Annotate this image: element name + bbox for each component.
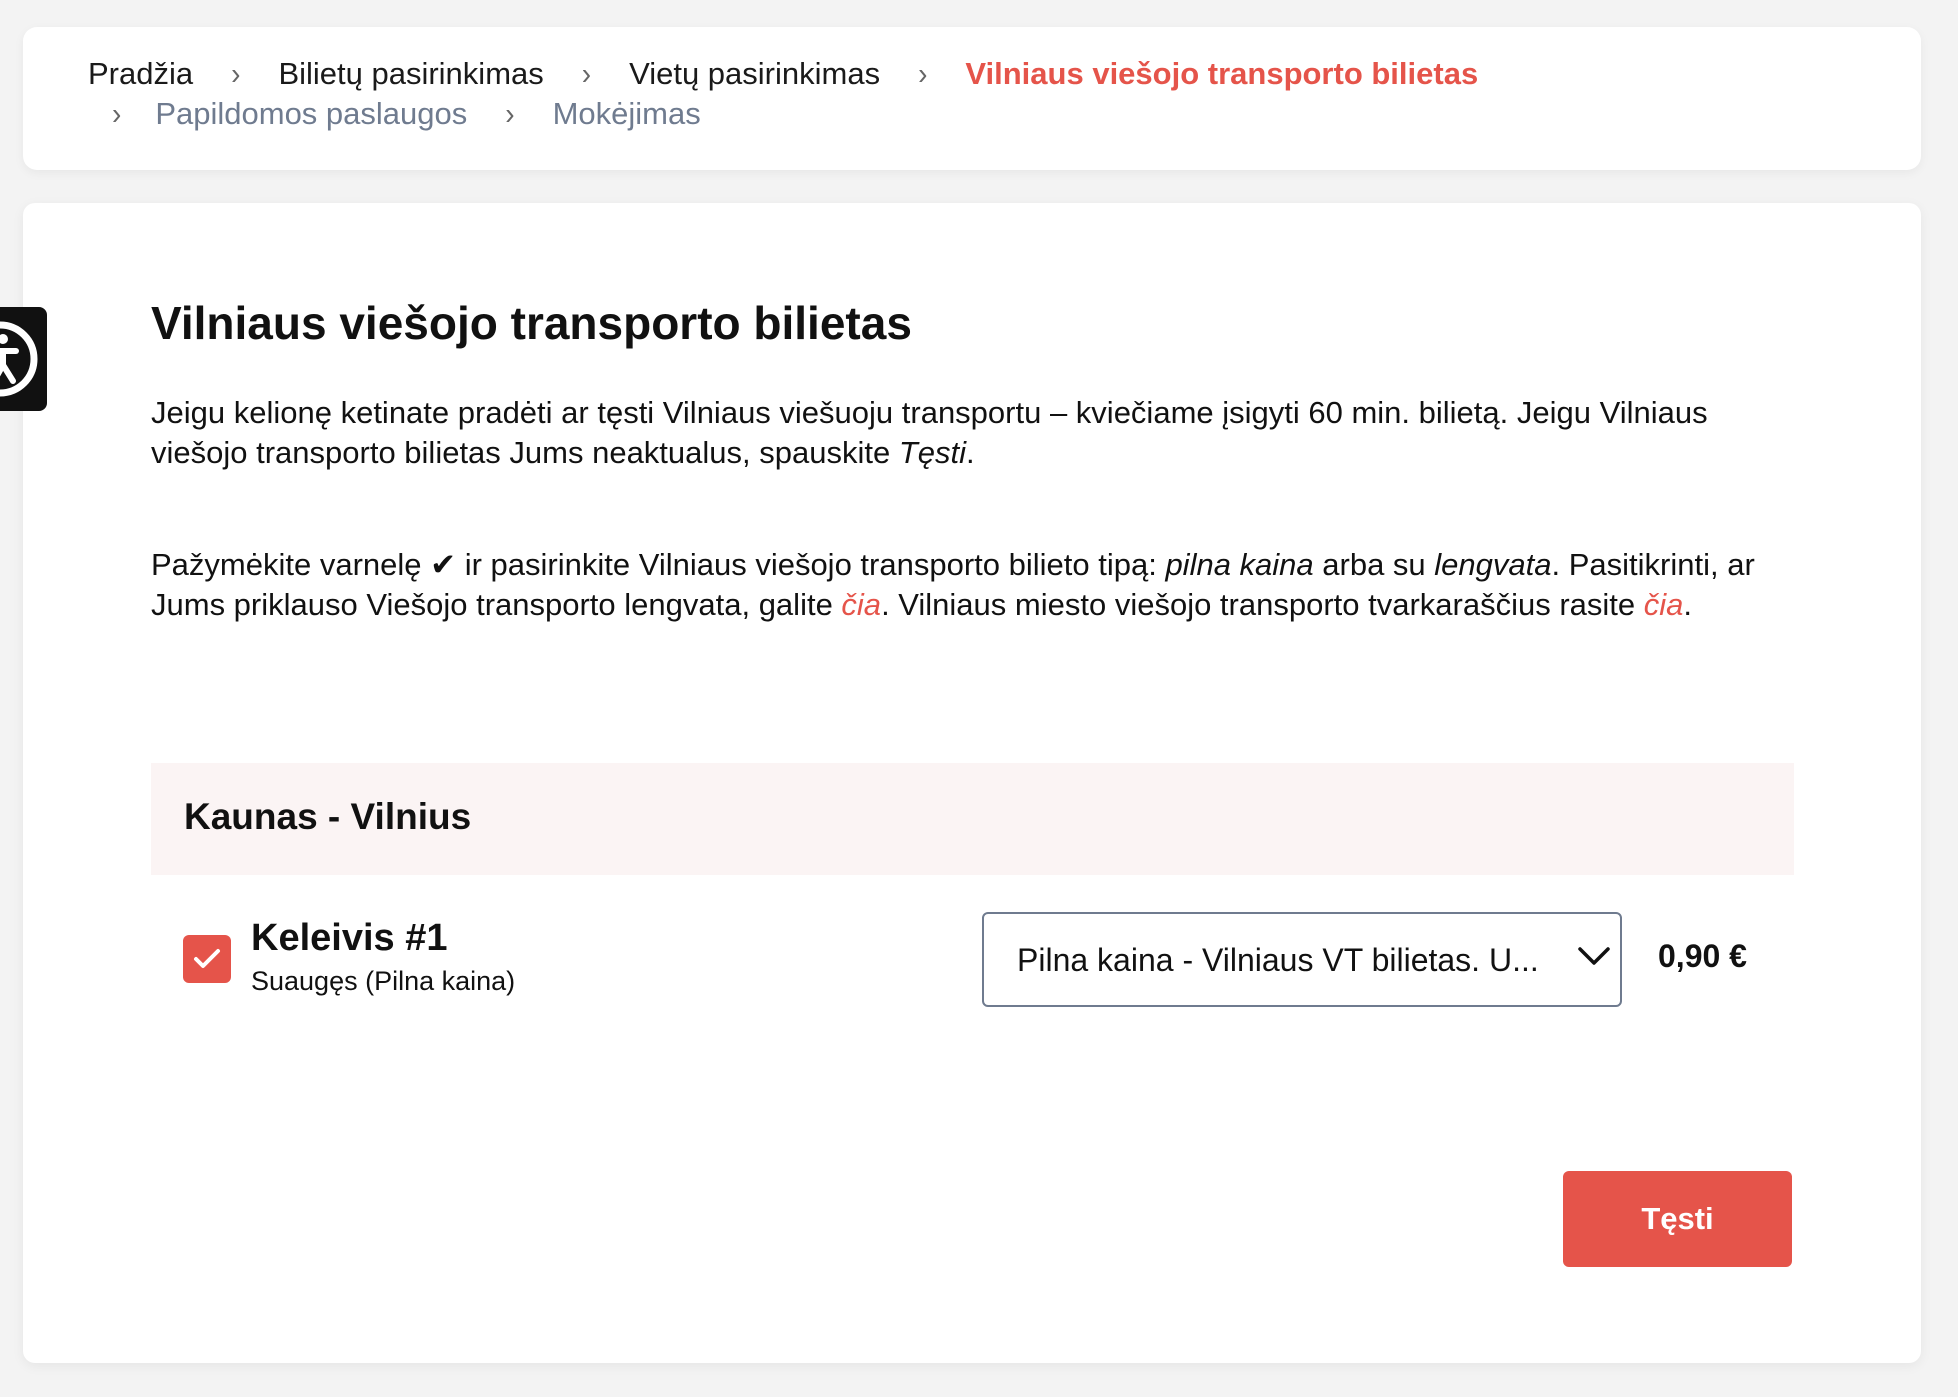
- breadcrumb-item-ticket-selection[interactable]: Bilietų pasirinkimas: [278, 56, 543, 92]
- discount-info-link[interactable]: čia: [841, 587, 881, 622]
- timetable-link[interactable]: čia: [1644, 587, 1684, 622]
- passenger-type: Suaugęs (Pilna kaina): [251, 966, 516, 996]
- page-title: Vilniaus viešojo transporto bilietas: [151, 297, 912, 349]
- passenger-checkbox[interactable]: [183, 935, 231, 983]
- chevron-down-icon: [1578, 947, 1610, 965]
- continue-button[interactable]: Tęsti: [1563, 1171, 1792, 1267]
- ticket-type-value: Pilna kaina - Vilniaus VT bilietas. U...: [1017, 942, 1539, 978]
- instructions-text: Pažymėkite varnelę ✔ ir pasirinkite Viln…: [151, 547, 1755, 622]
- ticket-type-select[interactable]: Pilna kaina - Vilniaus VT bilietas. U...: [982, 912, 1622, 1007]
- breadcrumb-item-home[interactable]: Pradžia: [88, 56, 193, 92]
- breadcrumb-row-2: › Papildomos paslaugos › Mokėjimas: [112, 94, 1921, 134]
- chevron-right-icon: ›: [918, 56, 928, 91]
- route-header: Kaunas - Vilnius: [151, 763, 1794, 875]
- passenger-name: Keleivis #1: [251, 917, 448, 959]
- breadcrumb-row-1: Pradžia › Bilietų pasirinkimas › Vietų p…: [88, 54, 1921, 94]
- chevron-right-icon: ›: [505, 96, 515, 131]
- ticket-price: 0,90 €: [1658, 938, 1747, 974]
- accessibility-icon: [0, 321, 38, 397]
- breadcrumb-item-extra-services: Papildomos paslaugos: [155, 96, 468, 131]
- breadcrumb: Pradžia › Bilietų pasirinkimas › Vietų p…: [23, 27, 1921, 170]
- chevron-right-icon: ›: [231, 56, 241, 91]
- intro-text: Jeigu kelionę ketinate pradėti ar tęsti …: [151, 395, 1708, 470]
- chevron-right-icon: ›: [112, 96, 122, 131]
- accessibility-button[interactable]: [0, 307, 47, 411]
- breadcrumb-item-payment: Mokėjimas: [552, 96, 701, 131]
- checkmark-icon: [194, 949, 220, 968]
- route-title: Kaunas - Vilnius: [184, 796, 472, 837]
- breadcrumb-item-seat-selection[interactable]: Vietų pasirinkimas: [629, 56, 880, 92]
- chevron-right-icon: ›: [581, 56, 592, 91]
- breadcrumb-item-current: Vilniaus viešojo transporto bilietas: [965, 56, 1479, 91]
- continue-emphasis: Tęsti: [898, 435, 967, 470]
